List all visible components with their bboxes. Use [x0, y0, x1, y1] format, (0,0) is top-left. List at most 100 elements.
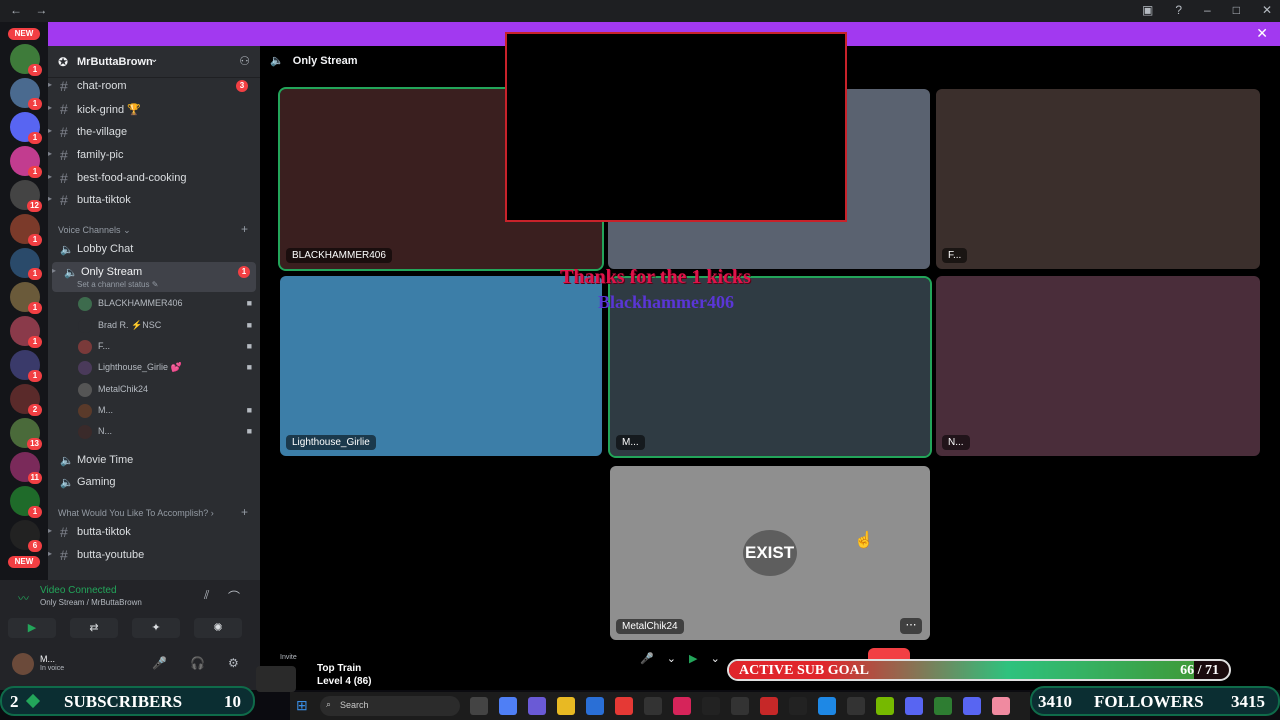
server-icon[interactable]: 1: [10, 44, 42, 76]
voice-user[interactable]: M... ■: [78, 401, 256, 421]
channel-status[interactable]: Set a channel status ✎: [77, 280, 158, 289]
voice-user[interactable]: N... ■: [78, 422, 256, 442]
minimize-button[interactable]: –: [1204, 3, 1211, 17]
server-icon[interactable]: 2: [10, 384, 42, 416]
channel-the-village[interactable]: ▸ # the-village: [48, 122, 260, 142]
more-options-icon[interactable]: ⋯: [900, 618, 922, 634]
screen-share-button[interactable]: ⇄: [70, 618, 118, 638]
voice-channel-lobby[interactable]: 🔈 Lobby Chat: [48, 239, 260, 259]
disconnect-icon[interactable]: ⌒: [228, 588, 240, 605]
kick-server-icon[interactable]: 1: [10, 486, 42, 518]
file-explorer-icon[interactable]: [557, 697, 575, 715]
camera-icon[interactable]: ▶: [689, 653, 697, 665]
capcut-icon[interactable]: [644, 697, 662, 715]
chevron-down-icon[interactable]: ⌄: [711, 653, 720, 665]
app-icon[interactable]: [702, 697, 720, 715]
youtube-icon[interactable]: [615, 697, 633, 715]
voice-user[interactable]: F... ■: [78, 337, 256, 357]
server-name: MrButtaBrown: [77, 56, 153, 68]
windows-start-icon[interactable]: ⊞: [296, 697, 308, 714]
voice-category-header[interactable]: Voice Channels ⌄: [58, 225, 131, 236]
app-icon[interactable]: [992, 697, 1010, 715]
server-icon[interactable]: 1: [10, 214, 42, 246]
hash-icon: #: [60, 170, 68, 186]
voice-channel-gaming[interactable]: 🔈 Gaming: [48, 472, 260, 492]
server-icon[interactable]: 1: [10, 316, 42, 348]
tiktok-icon[interactable]: [673, 697, 691, 715]
channel-kick-grind[interactable]: ▸ # kick-grind 🏆: [48, 99, 260, 119]
chevron-down-icon[interactable]: ⌄: [667, 653, 676, 665]
noise-suppression-icon[interactable]: ⫽: [204, 588, 209, 603]
category-accomplish-header[interactable]: What Would You Like To Accomplish? ›: [58, 508, 214, 518]
app-icon[interactable]: [934, 697, 952, 715]
add-channel-icon[interactable]: +: [241, 505, 248, 519]
video-tile-n[interactable]: N...: [936, 276, 1260, 456]
server-icon[interactable]: 1: [10, 112, 42, 144]
server-icon[interactable]: 11: [10, 452, 42, 484]
server-icon[interactable]: 1: [10, 350, 42, 382]
forward-arrow-icon[interactable]: →: [35, 3, 47, 17]
capcut-icon[interactable]: [789, 697, 807, 715]
channel-best-food[interactable]: ▸ # best-food-and-cooking: [48, 168, 260, 188]
voice-user[interactable]: Lighthouse_Girlie 💕 ■: [78, 358, 256, 378]
settings-gear-icon[interactable]: ⚙: [228, 656, 239, 670]
server-icon[interactable]: 13: [10, 418, 42, 450]
channel-family-pic[interactable]: ▸ # family-pic: [48, 145, 260, 165]
voice-channel-only-stream[interactable]: ▸ 🔈 Only Stream 1 Set a channel status ✎: [52, 262, 256, 292]
server-icon[interactable]: 1: [10, 78, 42, 110]
app-icon[interactable]: [905, 697, 923, 715]
video-tile-metalchik[interactable]: EXIST MetalChik24 ⋯: [610, 466, 930, 640]
mic-icon[interactable]: 🎤: [640, 653, 654, 665]
close-window-button[interactable]: ✕: [1262, 3, 1272, 17]
channel-chat-room[interactable]: ▸ # chat-room 3: [48, 76, 260, 96]
sub-goal-bar: ACTIVE SUB GOAL 66 / 71: [727, 659, 1231, 681]
app-icon[interactable]: [847, 697, 865, 715]
voice-channel-movie-time[interactable]: 🔈 Movie Time: [48, 450, 260, 470]
help-icon[interactable]: ?: [1175, 3, 1182, 17]
channel-butta-tiktok-2[interactable]: ▸ # butta-tiktok: [48, 522, 260, 542]
voice-user-name: N...: [98, 426, 113, 436]
voice-user[interactable]: BLACKHAMMER406 ■: [78, 294, 256, 314]
channel-butta-youtube[interactable]: ▸ # butta-youtube: [48, 545, 260, 565]
voice-status-sub[interactable]: Only Stream / MrButtaBrown: [40, 598, 142, 607]
server-icon[interactable]: 6: [10, 520, 42, 552]
taskbar-search[interactable]: ⌕ Search: [320, 696, 460, 716]
voice-user-name: M...: [98, 405, 113, 415]
channel-label: family-pic: [77, 149, 124, 161]
inbox-icon[interactable]: ▣: [1142, 3, 1153, 17]
add-channel-icon[interactable]: +: [241, 222, 248, 236]
discord-server-icon[interactable]: 1: [10, 146, 42, 178]
invite-icon[interactable]: ⚇: [239, 54, 250, 68]
avatar[interactable]: [12, 653, 34, 675]
voice-user[interactable]: Brad R. ⚡NSC ■: [78, 316, 256, 336]
server-icon[interactable]: 12: [10, 180, 42, 212]
signal-icon[interactable]: 〰: [18, 590, 29, 606]
nvidia-icon[interactable]: [876, 697, 894, 715]
server-header[interactable]: ✪ MrButtaBrown ⌄ ⚇: [48, 46, 260, 78]
back-arrow-icon[interactable]: ←: [10, 3, 22, 17]
video-tile-lighthouse[interactable]: Lighthouse_Girlie: [280, 276, 602, 456]
edge-icon[interactable]: [586, 697, 604, 715]
mic-icon[interactable]: 🎤: [152, 656, 167, 670]
video-tile-f[interactable]: F...: [936, 89, 1260, 269]
task-view-icon[interactable]: [470, 697, 488, 715]
camera-button[interactable]: ▶: [8, 618, 56, 638]
app-icon[interactable]: [760, 697, 778, 715]
banner-close-icon[interactable]: ✕: [1256, 25, 1268, 42]
copilot-icon[interactable]: [499, 697, 517, 715]
invite-label[interactable]: Invite: [280, 654, 297, 661]
channel-butta-tiktok[interactable]: ▸ # butta-tiktok: [48, 190, 260, 210]
mention-badge: 1: [238, 266, 250, 278]
soundboard-button[interactable]: ✺: [194, 618, 242, 638]
teams-icon[interactable]: [528, 697, 546, 715]
maximize-button[interactable]: □: [1233, 3, 1240, 17]
discord-icon[interactable]: [963, 697, 981, 715]
activities-button[interactable]: ✦: [132, 618, 180, 638]
server-icon[interactable]: 1: [10, 282, 42, 314]
server-icon[interactable]: 1: [10, 248, 42, 280]
voice-user[interactable]: MetalChik24: [78, 380, 256, 400]
app-icon[interactable]: [731, 697, 749, 715]
app-icon[interactable]: [818, 697, 836, 715]
headset-icon[interactable]: 🎧: [190, 656, 205, 670]
voice-user-name: F...: [98, 341, 111, 351]
